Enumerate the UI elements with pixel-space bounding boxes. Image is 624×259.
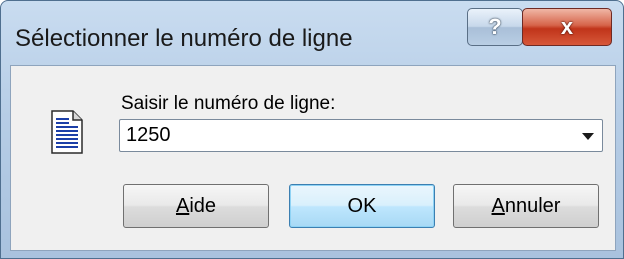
ok-button[interactable]: OK: [289, 184, 435, 228]
cancel-button-label: nnuler: [504, 194, 561, 217]
question-icon: ?: [488, 14, 502, 39]
cancel-button-accelerator: A: [491, 194, 505, 217]
help-button[interactable]: Aide: [123, 184, 269, 228]
close-button[interactable]: x: [522, 8, 612, 46]
line-number-label: Saisir le numéro de ligne:: [121, 93, 336, 114]
dialog-body: Saisir le numéro de ligne: 1250 Aide OK …: [10, 65, 616, 251]
document-icon: [51, 110, 83, 154]
dialog-window: Sélectionner le numéro de ligne ? x Sais…: [0, 0, 624, 259]
help-title-button[interactable]: ?: [467, 8, 523, 46]
cancel-button[interactable]: Annuler: [453, 184, 599, 228]
window-title: Sélectionner le numéro de ligne: [15, 25, 353, 52]
line-number-combobox[interactable]: 1250: [119, 119, 603, 152]
close-icon: x: [560, 14, 574, 39]
chevron-down-icon[interactable]: [582, 133, 594, 140]
ok-button-label: OK: [347, 194, 377, 217]
help-button-label: ide: [189, 194, 217, 217]
help-button-accelerator: A: [175, 194, 190, 217]
line-number-value[interactable]: 1250: [126, 124, 171, 147]
